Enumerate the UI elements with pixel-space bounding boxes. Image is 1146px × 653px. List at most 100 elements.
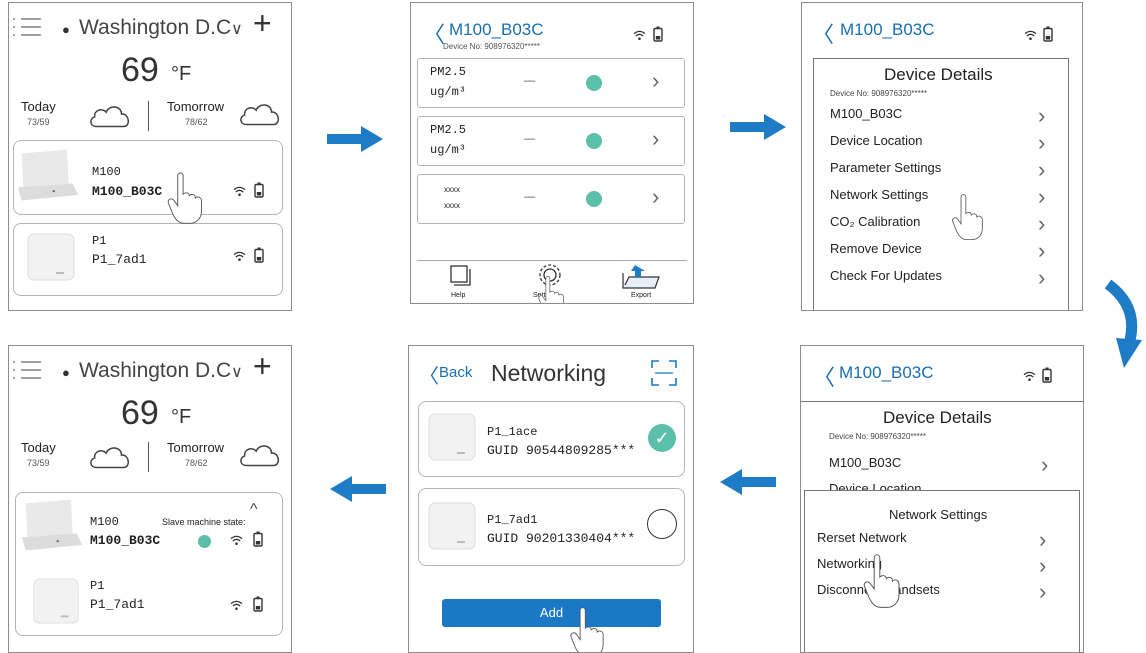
battery-icon	[1042, 367, 1052, 383]
networking-item[interactable]: Networking ›	[817, 555, 1067, 577]
sensor-row[interactable]: xxxx xxxx —— ›	[417, 174, 685, 224]
device-p1-image	[427, 501, 477, 551]
detail-item-parameter-settings[interactable]: Parameter Settings ›	[830, 159, 1062, 183]
device-model: P1	[92, 234, 107, 248]
back-link[interactable]: Back	[439, 364, 472, 381]
today-label: Today	[21, 99, 56, 114]
battery-icon	[653, 26, 663, 42]
location-label[interactable]: Washington D.C	[79, 359, 231, 383]
help-button[interactable]: Help	[439, 265, 485, 301]
device-number: Device No: 908976320*****	[443, 42, 540, 51]
help-label: Help	[451, 292, 466, 299]
sensor-row[interactable]: PM2.5 ug/m³ —— ›	[417, 116, 685, 166]
menu-icon[interactable]	[13, 15, 43, 41]
detail-item-remove-device[interactable]: Remove Device ›	[830, 240, 1062, 264]
back-chevron-icon[interactable]: 〈	[423, 17, 445, 49]
battery-icon	[1043, 26, 1053, 42]
location-dropdown-icon[interactable]: ∨	[231, 362, 243, 382]
back-chevron-icon[interactable]: 〈	[419, 360, 439, 389]
device-title: M100_B03C	[839, 363, 934, 382]
temperature-unit: °F	[171, 406, 192, 428]
chevron-right-icon: ›	[1038, 130, 1046, 155]
network-device-card[interactable]: P1_1ace GUID 90544809285*** ✓	[418, 401, 685, 477]
dialog-title: Device Details	[883, 408, 992, 427]
status-dot	[586, 133, 602, 149]
export-button[interactable]: Export	[617, 263, 667, 301]
network-settings-screen: 〈 M100_B03C Device Details Device No: 90…	[800, 345, 1084, 653]
add-button[interactable]: Add	[442, 599, 661, 627]
weather-divider	[148, 442, 149, 472]
device-group-card[interactable]: M100 M100_B03C Slave machine state: ^ P1…	[15, 492, 283, 636]
slave-state-label: Slave machine state:	[162, 517, 246, 527]
menu-icon[interactable]	[13, 358, 43, 384]
device-p1-image	[427, 412, 477, 462]
detail-item-device-name[interactable]: M100_B03C ›	[830, 105, 1062, 129]
device-p1-image	[32, 577, 80, 625]
device-model: M100	[90, 515, 119, 529]
chevron-right-icon[interactable]: ›	[652, 70, 659, 92]
device-m100-image	[16, 147, 82, 205]
reset-network-item[interactable]: Rerset Network ›	[817, 529, 1067, 551]
device-guid: GUID 90201330404***	[487, 531, 636, 546]
unchecked-icon[interactable]	[647, 509, 677, 539]
flow-arrow-left-icon	[330, 476, 386, 502]
device-details-dialog: Device Details Device No: 908976320*****…	[813, 58, 1069, 310]
tap-hand-icon	[535, 275, 575, 304]
item-label: CO₂ Calibration	[830, 214, 921, 229]
export-label: Export	[631, 292, 652, 299]
device-name: M100_B03C	[92, 184, 163, 199]
cloud-icon	[87, 442, 133, 472]
add-button-label: Add	[539, 605, 564, 620]
back-chevron-icon[interactable]: 〈	[812, 17, 834, 49]
item-label: Parameter Settings	[830, 160, 942, 175]
wifi-icon	[633, 30, 646, 41]
disconnect-handsets-item[interactable]: Disconnect Handsets ›	[817, 581, 1067, 603]
book-icon	[450, 265, 471, 286]
sensor-label: PM2.5	[430, 123, 467, 137]
wifi-icon	[230, 535, 243, 546]
chevron-right-icon: ›	[1038, 238, 1046, 263]
checked-icon[interactable]: ✓	[648, 424, 676, 452]
location-dropdown-icon[interactable]: ∨	[231, 19, 243, 39]
location-label[interactable]: Washington D.C	[79, 16, 231, 40]
add-location-icon[interactable]: +	[253, 350, 272, 382]
battery-icon	[254, 247, 264, 263]
back-chevron-icon[interactable]: 〈	[813, 360, 835, 392]
add-location-icon[interactable]: +	[253, 7, 272, 39]
chevron-right-icon[interactable]: ›	[652, 128, 659, 150]
flow-arrow-left-icon	[720, 469, 776, 495]
sensor-row[interactable]: PM2.5 ug/m³ —— ›	[417, 58, 685, 108]
dialog-title: Device Details	[884, 65, 993, 84]
detail-item-network-settings[interactable]: Network Settings ›	[830, 186, 1062, 210]
location-pin-icon: ●	[62, 22, 70, 37]
home-screen-expanded: ● Washington D.C ∨ + 69 °F Today 73/59 T…	[8, 345, 292, 653]
detail-item-co2-calibration[interactable]: CO₂ Calibration ›	[830, 213, 1062, 237]
flow-arrow-right-icon	[730, 114, 786, 140]
status-dot	[586, 75, 602, 91]
detail-item-check-updates[interactable]: Check For Updates ›	[830, 267, 1062, 291]
collapse-chevron-icon[interactable]: ^	[250, 501, 258, 519]
wifi-icon	[230, 600, 243, 611]
status-dot	[586, 191, 602, 207]
device-sensors-screen: 〈 M100_B03C Device No: 908976320***** PM…	[410, 2, 694, 304]
device-m100-image	[20, 497, 86, 555]
tomorrow-range: 78/62	[185, 117, 208, 127]
device-guid: GUID 90544809285***	[487, 443, 636, 458]
device-model: P1	[90, 579, 105, 593]
scan-icon[interactable]	[651, 360, 677, 386]
wifi-icon	[1023, 371, 1036, 382]
sensor-unit: ug/m³	[430, 85, 467, 99]
network-settings-dialog: Network Settings Rerset Network › Networ…	[804, 490, 1080, 652]
device-card-m100[interactable]: M100 M100_B03C	[13, 140, 283, 215]
detail-item-device-name[interactable]: M100_B03C ›	[829, 454, 1061, 476]
device-title: M100_B03C	[840, 20, 935, 39]
item-label: M100_B03C	[829, 455, 902, 470]
tomorrow-label: Tomorrow	[167, 440, 225, 455]
sensor-label: PM2.5	[430, 65, 467, 79]
chevron-right-icon[interactable]: ›	[652, 186, 659, 208]
tap-hand-icon	[167, 171, 213, 225]
toolbar-divider	[417, 260, 687, 261]
device-card-p1[interactable]: P1 P1_7ad1	[13, 223, 283, 296]
detail-item-device-location[interactable]: Device Location ›	[830, 132, 1062, 156]
network-device-card[interactable]: P1_7ad1 GUID 90201330404***	[418, 488, 685, 566]
